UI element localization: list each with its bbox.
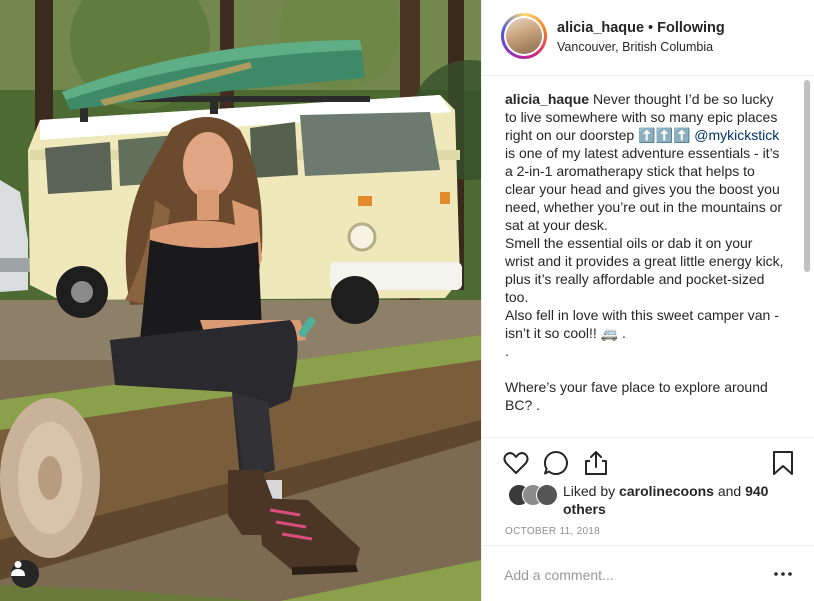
username-link[interactable]: alicia_haque (557, 20, 644, 36)
comment-button[interactable] (542, 449, 570, 477)
caption-text-3: Smell the essential oils or dab it on yo… (505, 235, 784, 305)
following-button[interactable]: Following (657, 20, 725, 36)
action-bar (482, 437, 814, 487)
avatar-image (506, 18, 542, 54)
likes-and: and (717, 483, 742, 499)
comment-bar (482, 545, 814, 601)
share-button[interactable] (582, 449, 610, 477)
post-header: alicia_haque • Following Vancouver, Britis… (482, 0, 814, 76)
post-date[interactable]: OCTOBER 11, 2018 (505, 526, 600, 537)
heart-icon (503, 452, 529, 474)
caption-username[interactable]: alicia_haque (505, 91, 589, 107)
more-options-button[interactable] (771, 564, 795, 584)
caption-spacer (505, 360, 785, 378)
header-username-line: alicia_haque • Following (557, 20, 725, 36)
caption-text-5: . (505, 343, 509, 359)
comment-bubble-icon (543, 450, 568, 475)
user-tag-icon (11, 561, 25, 576)
bookmark-icon (773, 451, 793, 475)
caption-mention-link[interactable]: @mykickstick (694, 127, 779, 143)
more-dots-icon (774, 572, 792, 576)
post-photo[interactable] (0, 0, 481, 601)
liker-username-link[interactable]: carolinecoons (619, 483, 714, 499)
location-link[interactable]: Vancouver, British Columbia (557, 40, 713, 54)
caption-text-2: is one of my latest adventure essentials… (505, 145, 783, 233)
like-button[interactable] (502, 449, 530, 477)
caption-text-6: Where’s your fave place to explore aroun… (505, 379, 768, 413)
share-icon (585, 451, 607, 475)
save-button[interactable] (769, 449, 797, 477)
liker-avatar[interactable] (536, 484, 558, 506)
avatar[interactable] (504, 16, 544, 56)
header-separator: • (648, 20, 654, 36)
user-tag-button[interactable] (11, 560, 39, 588)
story-ring[interactable] (501, 13, 547, 59)
caption-scrollbar-thumb[interactable] (804, 80, 810, 272)
liker-avatars[interactable] (508, 484, 560, 506)
likes-prefix: Liked by (563, 483, 616, 499)
comment-input[interactable] (502, 562, 761, 588)
post-detail-panel: alicia_haque • Following Vancouver, Britis… (481, 0, 814, 601)
post-photo-illustration (0, 0, 481, 601)
likes-text: Liked by carolinecoons and 940 others (563, 482, 773, 518)
post-caption: alicia_haque Never thought I’d be so luc… (505, 90, 785, 414)
caption-text-4: Also fell in love with this sweet camper… (505, 307, 779, 341)
